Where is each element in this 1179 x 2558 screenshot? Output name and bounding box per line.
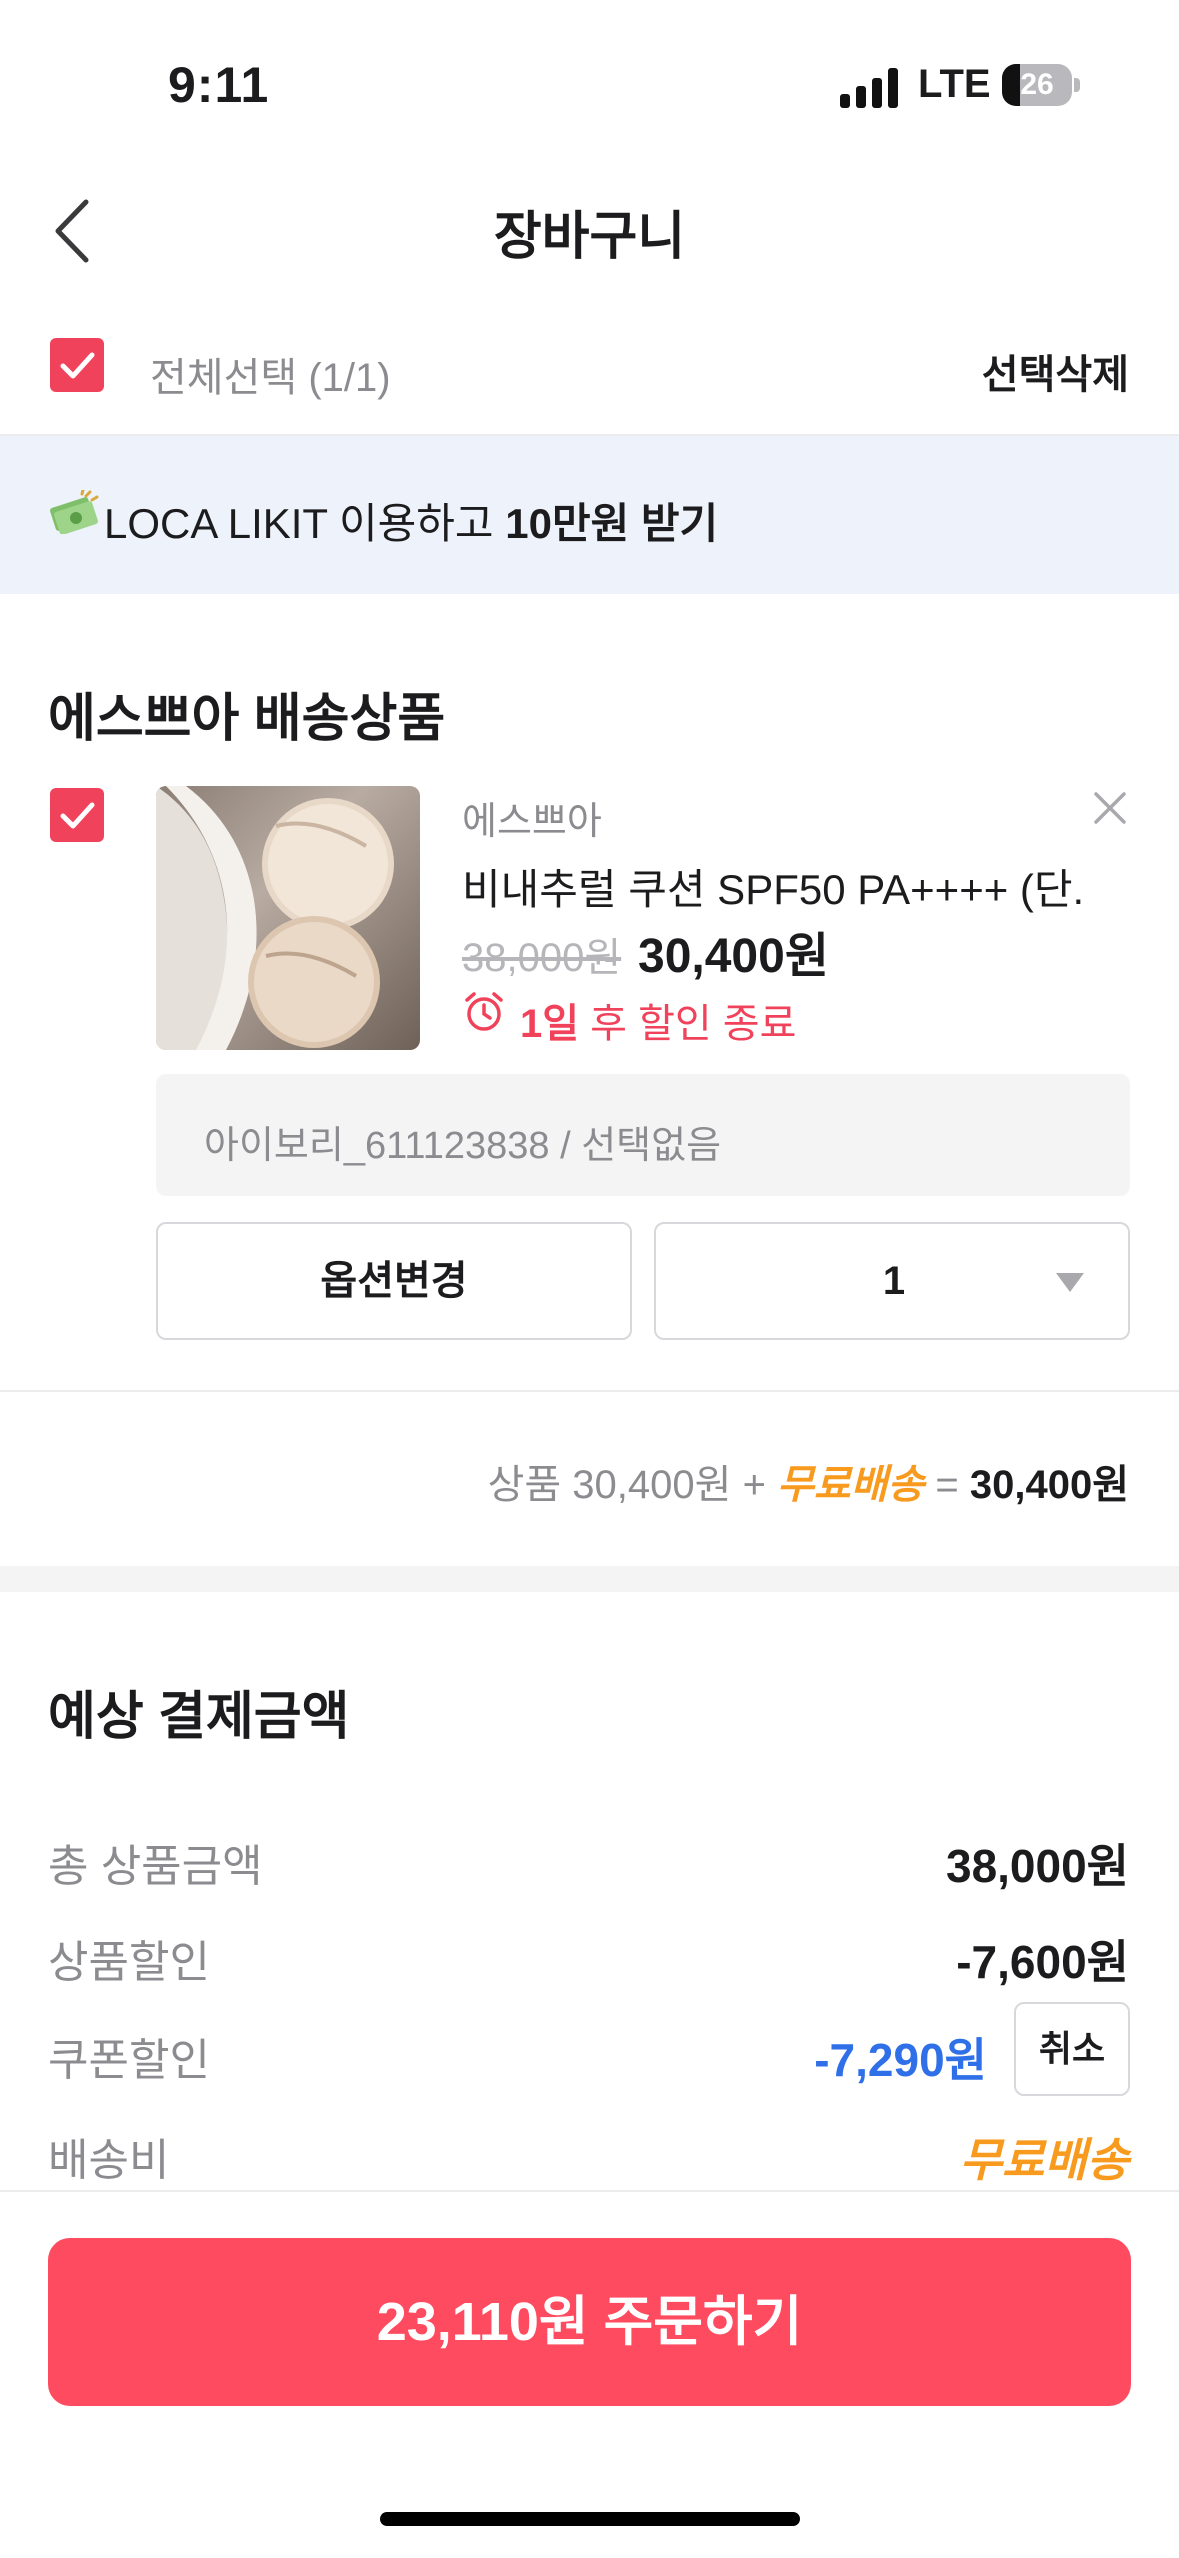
- dropdown-triangle-icon: [1056, 1273, 1084, 1292]
- select-all-label[interactable]: 전체선택 (1/1): [150, 345, 391, 403]
- shipping-group-title: 에스쁘아 배송상품: [48, 690, 446, 748]
- coupon-cancel-button[interactable]: 취소: [1014, 2002, 1130, 2096]
- product-brand: 에스쁘아: [462, 801, 602, 843]
- coupon-cancel-label: 취소: [1038, 2028, 1106, 2069]
- selected-option-text: 아이보리_611123838 / 선택없음: [204, 1125, 722, 1167]
- check-icon: [60, 352, 95, 379]
- timer-days: 1일: [520, 1002, 580, 1046]
- battery-level: 26: [1020, 68, 1054, 101]
- product-image: [156, 786, 394, 1050]
- subtotal-product: 상품 30,400원 +: [487, 1463, 778, 1507]
- option-change-button[interactable]: 옵션변경: [156, 1222, 632, 1340]
- original-price: 38,000원: [462, 936, 622, 980]
- network-type: LTE: [918, 62, 991, 106]
- product-discount-label: 상품할인: [48, 1938, 210, 1987]
- cellular-signal-icon: [840, 68, 900, 108]
- quantity-select[interactable]: 1: [654, 1222, 1130, 1340]
- discount-timer: 1일 후 할인 종료: [520, 991, 796, 1049]
- alarm-clock-icon: [462, 990, 506, 1034]
- shipping-group-subtotal: 상품 30,400원 + 무료배송 = 30,400원: [488, 1452, 1129, 1510]
- item-checkbox[interactable]: [50, 788, 104, 842]
- promo-text-bold: 10만원 받기: [505, 500, 719, 547]
- home-indicator[interactable]: [380, 2512, 800, 2526]
- payment-summary-title: 예상 결제금액: [48, 1688, 350, 1746]
- timer-label: 후 할인 종료: [579, 1002, 797, 1046]
- status-time: 9:11: [168, 57, 270, 113]
- page-title: 장바구니: [493, 208, 686, 266]
- check-icon: [60, 802, 95, 829]
- promo-banner-text: LOCA LIKIT 이용하고 10만원 받기: [104, 490, 718, 551]
- product-thumbnail[interactable]: [156, 786, 420, 1050]
- coupon-discount-label: 쿠폰할인: [48, 2036, 210, 2085]
- total-product-amount-label: 총 상품금액: [48, 1842, 263, 1891]
- promo-text: LOCA LIKIT 이용하고: [104, 500, 506, 547]
- subtotal-equals: =: [924, 1463, 970, 1507]
- delete-selected-button[interactable]: 선택삭제: [982, 342, 1129, 400]
- total-product-amount-value: 38,000원: [945, 1840, 1129, 1892]
- subtotal-total: 30,400원: [969, 1463, 1129, 1507]
- shipping-fee-value: 무료배송: [959, 2134, 1129, 2186]
- option-change-label: 옵션변경: [320, 1259, 468, 1303]
- order-button[interactable]: 23,110원 주문하기: [48, 2238, 1131, 2406]
- order-button-label: 23,110원 주문하기: [376, 2292, 803, 2352]
- money-icon: [48, 488, 100, 535]
- sale-price: 30,400원: [638, 930, 829, 983]
- section-separator: [0, 1566, 1179, 1592]
- battery-icon: 26: [1002, 64, 1080, 106]
- shipping-fee-label: 배송비: [48, 2136, 170, 2185]
- remove-item-close-icon[interactable]: [1090, 788, 1130, 828]
- product-discount-value: -7,600원: [956, 1936, 1129, 1988]
- product-name[interactable]: 비내추럴 쿠션 SPF50 PA++++ (단...: [462, 856, 1082, 917]
- divider: [0, 1390, 1179, 1392]
- coupon-discount-value: -7,290원: [814, 2034, 987, 2086]
- subtotal-free-shipping: 무료배송: [777, 1463, 925, 1507]
- select-all-checkbox[interactable]: [50, 338, 104, 392]
